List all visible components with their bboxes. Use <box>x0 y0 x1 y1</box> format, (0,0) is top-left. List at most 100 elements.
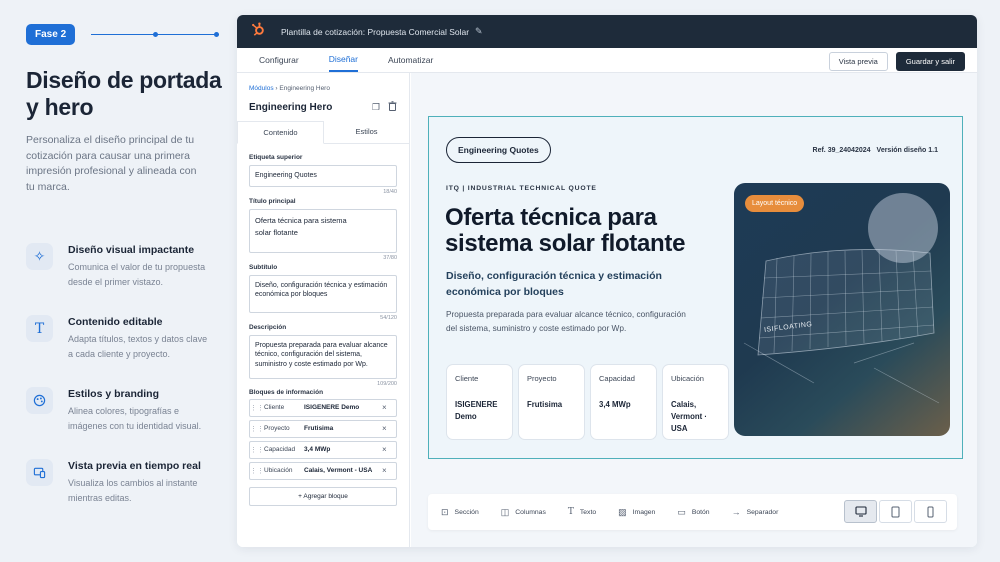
char-counter: 109/200 <box>377 380 397 387</box>
eyebrow-input[interactable]: Engineering Quotes <box>249 165 397 187</box>
feature-desc: Adapta títulos, textos y datos clave a c… <box>68 334 208 359</box>
tool-label: Columnas <box>515 508 546 516</box>
desktop-icon[interactable] <box>844 500 877 523</box>
card-value: Calais, Vermont · USA <box>671 400 707 433</box>
eyebrow-field-group: Etiqueta superior Engineering Quotes 18/… <box>249 154 397 195</box>
block-key: Cliente <box>264 404 285 411</box>
info-block-row[interactable]: ⋮⋮ Proyecto Frutisima × <box>249 419 397 438</box>
editor-tabs: Contenido Estilos <box>237 121 409 144</box>
progress-dot <box>214 32 220 37</box>
phase-progress-line <box>91 32 220 37</box>
close-icon[interactable]: × <box>382 445 396 454</box>
tool-label: Separador <box>746 508 779 516</box>
breadcrumb-current: Engineering Hero <box>279 85 330 92</box>
main-tabs: Configurar Diseñar Automatizar Vista pre… <box>237 48 977 73</box>
separator-icon: → <box>731 507 741 517</box>
module-editor-panel: Módulos › Engineering Hero Engineering H… <box>237 73 410 547</box>
tablet-icon[interactable] <box>879 500 912 523</box>
feature-title: Vista previa en tiempo real <box>68 460 201 472</box>
hero-eyebrow: ITQ | INDUSTRIAL TECHNICAL QUOTE <box>446 185 597 192</box>
tool-button[interactable]: ▭ Botón <box>677 507 709 518</box>
feature-desc: Alinea colores, tipografías e imágenes c… <box>68 406 202 431</box>
title-field-group: Título principal Oferta técnica para sis… <box>249 198 397 261</box>
button-icon: ▭ <box>677 506 686 517</box>
card-label: Capacidad <box>599 374 635 383</box>
info-block-row[interactable]: ⋮⋮ Capacidad 3,4 MWp × <box>249 440 397 459</box>
tool-label: Imagen <box>632 508 656 516</box>
close-icon[interactable]: × <box>382 403 396 412</box>
feature-list: ✧ Diseño visual impactante Comunica el v… <box>26 243 226 506</box>
feature-title: Contenido editable <box>68 316 163 328</box>
intro-title: Diseño de portada y hero <box>26 67 222 120</box>
phase-indicator: Fase 2 <box>26 24 226 45</box>
columns-icon: ◫ <box>500 506 510 517</box>
tab-estilos[interactable]: Estilos <box>324 121 409 143</box>
char-counter: 54/120 <box>380 314 397 321</box>
breadcrumb-modules-link[interactable]: Módulos <box>249 85 274 92</box>
block-key: Proyecto <box>264 425 290 432</box>
add-block-button[interactable]: + Agregar bloque <box>249 486 397 506</box>
tool-separator[interactable]: → Separador <box>732 507 779 517</box>
trash-icon[interactable] <box>388 101 397 113</box>
drag-handle-icon[interactable]: ⋮⋮ <box>250 446 264 454</box>
tool-columns[interactable]: ◫ Columnas <box>501 507 546 518</box>
tab-configurar[interactable]: Configurar <box>259 48 299 72</box>
devices-icon <box>26 459 53 486</box>
info-block-row[interactable]: ⋮⋮ Ubicación Calais, Vermont - USA × <box>249 461 397 480</box>
device-switcher <box>842 500 947 523</box>
tab-contenido[interactable]: Contenido <box>237 121 324 144</box>
card-label: Proyecto <box>527 374 557 383</box>
tool-label: Botón <box>691 508 710 516</box>
close-icon[interactable]: × <box>382 424 396 433</box>
block-value[interactable]: 3,4 MWp <box>304 446 382 453</box>
mobile-icon[interactable] <box>914 500 947 523</box>
field-label: Título principal <box>249 197 296 205</box>
top-bar: Plantilla de cotización: Propuesta Comer… <box>237 15 977 48</box>
preview-button[interactable]: Vista previa <box>828 52 888 71</box>
subtitle-textarea[interactable]: Diseño, configuración técnica y estimaci… <box>249 274 397 313</box>
intro-description: Personaliza el diseño principal de tu co… <box>26 134 197 193</box>
duplicate-icon[interactable]: ❐ <box>372 102 380 113</box>
tab-automatizar[interactable]: Automatizar <box>388 48 433 72</box>
reference-number: Ref. 39_24042024 <box>812 147 871 154</box>
hero-module-preview[interactable]: Engineering Quotes Ref. 39_24042024 Versi… <box>428 116 963 459</box>
tool-text[interactable]: T Texto <box>568 507 596 517</box>
title-textarea[interactable]: Oferta técnica para sistema solar flotan… <box>249 208 397 253</box>
info-cards: Cliente ISIGENERE Demo Proyecto Frutisim… <box>446 364 734 440</box>
image-icon: ▨ <box>618 506 627 517</box>
hubspot-logo-icon[interactable] <box>251 22 267 41</box>
pencil-icon[interactable]: ✎ <box>475 26 483 37</box>
block-value[interactable]: Calais, Vermont - USA <box>304 467 382 474</box>
hero-description: Propuesta preparada para evaluar alcance… <box>446 309 686 333</box>
feature-item: Vista previa en tiempo real Visualiza lo… <box>26 459 226 506</box>
card-value: ISIGENERE Demo <box>455 400 498 421</box>
save-exit-button[interactable]: Guardar y salir <box>895 52 965 71</box>
feature-desc: Visualiza los cambios al instante mientr… <box>68 478 198 503</box>
card-label: Cliente <box>455 374 479 383</box>
tool-section[interactable]: ⊡ Sección <box>441 507 479 518</box>
drag-handle-icon[interactable]: ⋮⋮ <box>250 467 264 475</box>
description-field-group: Descripción Propuesta preparada para eva… <box>249 324 397 387</box>
block-value[interactable]: ISIGENERE Demo <box>304 404 382 411</box>
description-textarea[interactable]: Propuesta preparada para evaluar alcance… <box>249 334 397 379</box>
progress-dot <box>153 32 159 37</box>
palette-icon <box>26 387 53 414</box>
drag-handle-icon[interactable]: ⋮⋮ <box>250 425 264 433</box>
tab-disenar[interactable]: Diseñar <box>328 48 358 72</box>
drag-handle-icon[interactable]: ⋮⋮ <box>250 404 264 412</box>
field-label: Etiqueta superior <box>249 154 303 161</box>
block-value[interactable]: Frutisima <box>304 425 382 432</box>
field-label: Descripción <box>249 323 287 331</box>
feature-item: T Contenido editable Adapta títulos, tex… <box>26 315 226 362</box>
tool-image[interactable]: ▨ Imagen <box>618 507 655 518</box>
module-title: Engineering Hero <box>249 101 333 113</box>
close-icon[interactable]: × <box>382 466 396 475</box>
info-card: Proyecto Frutisima <box>518 364 585 440</box>
info-block-row[interactable]: ⋮⋮ Cliente ISIGENERE Demo × <box>249 398 397 417</box>
field-label: Subtítulo <box>249 263 278 271</box>
design-canvas: Engineering Quotes Ref. 39_24042024 Versi… <box>411 73 977 547</box>
card-value: Frutisima <box>527 400 563 409</box>
feature-item: Estilos y branding Alinea colores, tipog… <box>26 387 226 434</box>
char-counter: 18/40 <box>383 188 397 195</box>
hero-title: Oferta técnica para sistema solar flotan… <box>445 204 686 257</box>
